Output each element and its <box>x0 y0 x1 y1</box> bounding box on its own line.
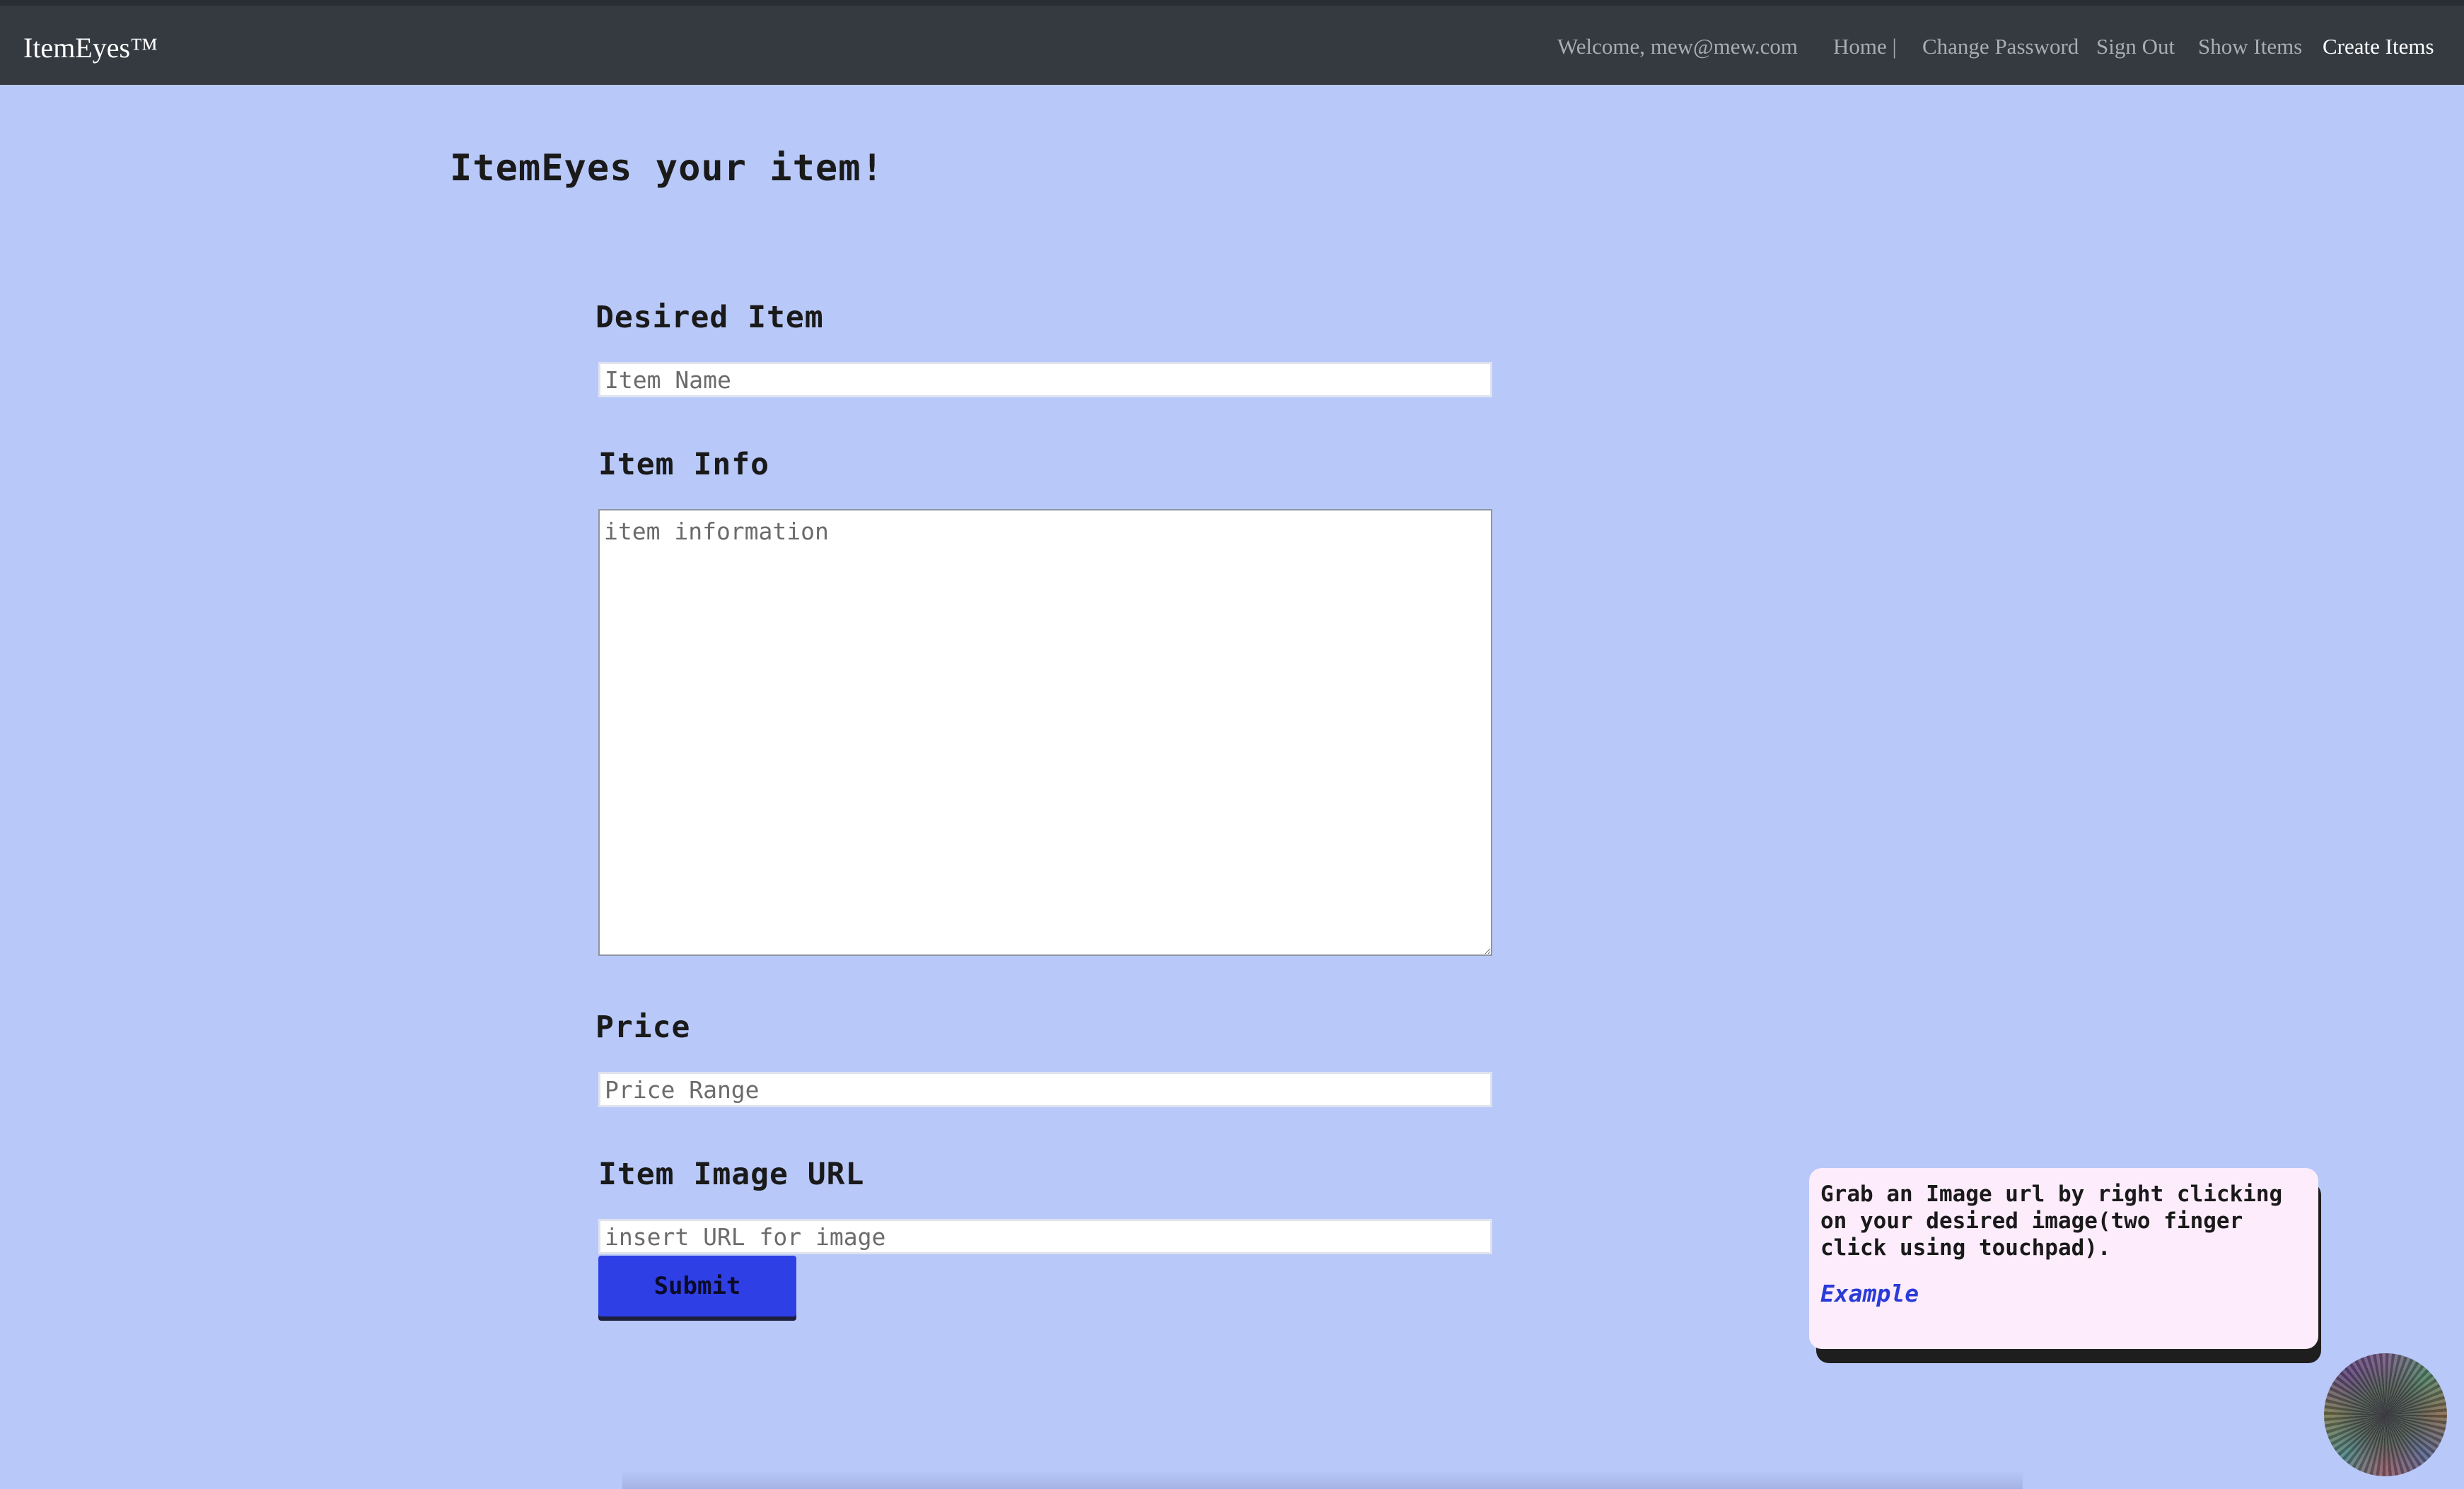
brand-logo[interactable]: ItemEyes™ <box>23 31 158 64</box>
item-info-label: Item Info <box>598 447 769 482</box>
welcome-text: Welcome, mew@mew.com <box>1557 34 1798 59</box>
nav-change-password-link[interactable]: Change Password <box>1922 34 2079 59</box>
nav-home-link[interactable]: Home | <box>1833 34 1897 59</box>
nav-show-items-link[interactable]: Show Items <box>2198 34 2302 59</box>
fuzzy-ball-image <box>2324 1353 2447 1476</box>
image-url-input[interactable] <box>598 1219 1492 1254</box>
price-range-input[interactable] <box>598 1072 1492 1107</box>
bottom-shadow <box>622 1471 2023 1489</box>
nav-create-items-link[interactable]: Create Items <box>2323 34 2434 59</box>
top-navbar: ItemEyes™ Welcome, mew@mew.com Home | Ch… <box>0 0 2464 85</box>
item-info-textarea[interactable] <box>598 509 1492 956</box>
nav-sign-out-link[interactable]: Sign Out <box>2096 34 2175 59</box>
tip-text: Grab an Image url by right clicking on y… <box>1820 1181 2283 1261</box>
desired-item-label: Desired Item <box>595 300 824 335</box>
image-url-tip-card: Grab an Image url by right clicking on y… <box>1809 1168 2318 1349</box>
item-name-input[interactable] <box>598 362 1492 397</box>
page-title: ItemEyes your item! <box>450 147 884 189</box>
submit-button[interactable]: Submit <box>598 1256 796 1316</box>
price-label: Price <box>595 1010 691 1045</box>
image-url-label: Item Image URL <box>598 1157 865 1192</box>
example-link[interactable]: Example <box>1820 1280 1919 1307</box>
